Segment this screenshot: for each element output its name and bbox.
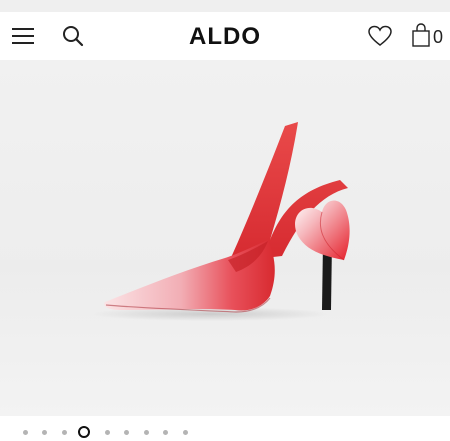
site-header: ALDO 0 xyxy=(0,12,450,60)
carousel-dot[interactable] xyxy=(124,430,129,435)
product-image-carousel[interactable] xyxy=(0,60,450,438)
product-image[interactable] xyxy=(0,60,450,416)
carousel-dot[interactable] xyxy=(104,430,110,435)
shopping-bag-icon[interactable] xyxy=(412,23,430,47)
carousel-dot[interactable] xyxy=(143,430,149,435)
carousel-dot-active[interactable] xyxy=(77,426,90,438)
carousel-dot[interactable] xyxy=(42,430,47,435)
carousel-dot[interactable] xyxy=(163,430,168,435)
heart-icon[interactable] xyxy=(368,25,392,47)
carousel-dot[interactable] xyxy=(22,430,28,435)
carousel-pagination xyxy=(22,425,222,441)
promo-banner[interactable] xyxy=(0,0,450,12)
cart-count: 0 xyxy=(433,27,444,47)
carousel-dot[interactable] xyxy=(61,430,67,435)
carousel-dot[interactable] xyxy=(182,430,188,435)
